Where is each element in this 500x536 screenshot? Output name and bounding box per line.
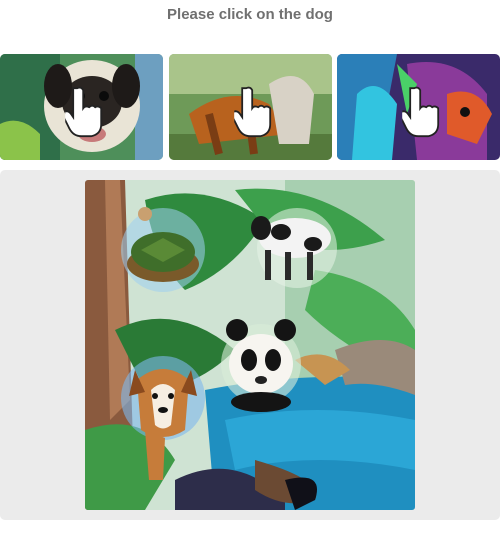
footer-indicator — [236, 530, 266, 536]
example-image-2[interactable] — [169, 54, 332, 160]
challenge-image[interactable] — [85, 180, 415, 510]
pointing-hand-icon — [233, 86, 271, 138]
challenge-area — [0, 170, 500, 520]
footer — [0, 526, 500, 536]
pointing-hand-icon — [64, 86, 102, 138]
example-image-1[interactable] — [0, 54, 163, 160]
challenge-prompt: Please click on the dog — [167, 6, 333, 23]
example-images-row — [0, 54, 500, 160]
pointing-hand-icon — [401, 86, 439, 138]
example-image-3[interactable] — [337, 54, 500, 160]
challenge-scene-image — [85, 180, 415, 510]
